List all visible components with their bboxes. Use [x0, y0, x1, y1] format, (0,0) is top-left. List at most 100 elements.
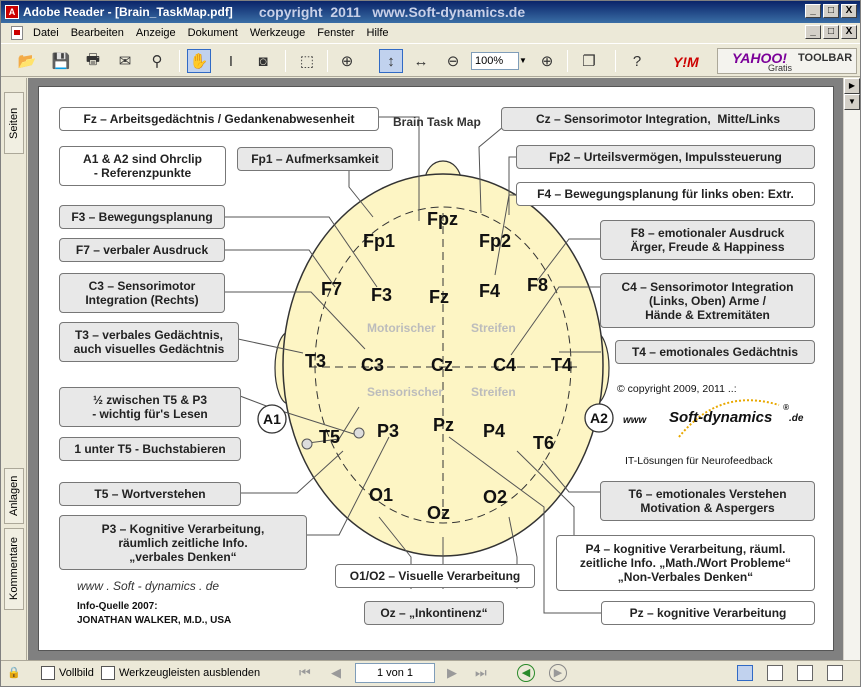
- pdf-document-icon[interactable]: [11, 25, 23, 40]
- facing-view-icon[interactable]: [797, 665, 813, 681]
- box-fp2: Fp2 – Urteilsvermögen, Impulssteuerung: [516, 145, 815, 169]
- help-icon[interactable]: ?: [625, 49, 649, 73]
- yahoo-toolbar-button[interactable]: YAHOO! TOOLBAR Gratis: [717, 48, 857, 74]
- yahoo-gratis-label: Gratis: [768, 63, 793, 73]
- box-pz: Pz – kognitive Verarbeitung: [601, 601, 815, 625]
- electrode-a2: A2: [590, 410, 608, 426]
- hand-tool-icon[interactable]: ✋: [187, 49, 211, 73]
- close-button[interactable]: X: [841, 4, 857, 18]
- lock-icon[interactable]: 🔒: [7, 666, 21, 679]
- fit-page-icon[interactable]: ↕: [379, 49, 403, 73]
- tab-kommentare[interactable]: Kommentare: [4, 528, 24, 610]
- continuous-facing-view-icon[interactable]: [827, 665, 843, 681]
- zoom-level-input[interactable]: 100%: [471, 52, 519, 70]
- menu-datei[interactable]: Datei: [27, 27, 65, 39]
- box-p4: P4 – kognitive Verarbeitung, räuml. zeit…: [556, 535, 815, 591]
- last-page-icon[interactable]: ⏭: [475, 665, 487, 681]
- electrode-t5: T5: [319, 427, 341, 447]
- electrode-t6: T6: [533, 433, 555, 453]
- box-f4: F4 – Bewegungsplanung für links oben: Ex…: [516, 182, 815, 206]
- tab-anlagen[interactable]: Anlagen: [4, 468, 24, 524]
- email-icon[interactable]: ✉: [113, 49, 137, 73]
- box-a1-a2: A1 & A2 sind Ohrclip - Referenzpunkte: [59, 146, 226, 186]
- document-area[interactable]: Brain Task Map Fpz Fp1 Fp2 F7 F3 Fz F4 F…: [28, 78, 843, 660]
- box-f8: F8 – emotionaler Ausdruck Ärger, Freude …: [600, 220, 815, 260]
- scroll-right-arrow-icon[interactable]: ▶: [844, 78, 860, 94]
- menu-anzeige[interactable]: Anzeige: [130, 27, 182, 39]
- electrode-f8: F8: [527, 275, 549, 295]
- menu-werkzeuge[interactable]: Werkzeuge: [244, 27, 311, 39]
- open-folder-icon[interactable]: 📂: [15, 49, 39, 73]
- maximize-button[interactable]: □: [823, 4, 839, 18]
- brand-name: Soft-dynamics: [669, 409, 773, 426]
- fullscreen-button[interactable]: Vollbild: [41, 666, 94, 680]
- hide-toolbars-label: Werkzeugleisten ausblenden: [119, 667, 261, 679]
- motor-strip-right: Streifen: [471, 321, 516, 335]
- menu-fenster[interactable]: Fenster: [311, 27, 360, 39]
- box-halfway-t5-p3: ½ zwischen T5 & P3 - wichtig für's Lesen: [59, 387, 241, 427]
- next-page-icon[interactable]: ▶: [447, 665, 457, 681]
- box-p3: P3 – Kognitive Verarbeitung, räumlich ze…: [59, 515, 307, 570]
- doc-minimize-button[interactable]: _: [805, 25, 821, 39]
- sensor-strip-left: Sensorischer: [367, 385, 444, 399]
- page-number-input[interactable]: 1 von 1: [355, 663, 435, 683]
- menu-hilfe[interactable]: Hilfe: [361, 27, 395, 39]
- save-icon[interactable]: 💾: [49, 49, 73, 73]
- continuous-view-icon[interactable]: [767, 665, 783, 681]
- tab-seiten[interactable]: Seiten: [4, 92, 24, 154]
- box-o1-o2: O1/O2 – Visuelle Verarbeitung: [335, 564, 535, 588]
- electrode-oz: Oz: [427, 503, 451, 523]
- electrode-pz: Pz: [433, 415, 455, 435]
- box-f3: F3 – Bewegungsplanung: [59, 205, 225, 229]
- minimize-button[interactable]: _: [805, 4, 821, 18]
- toolbar-icon: [101, 666, 115, 680]
- document-tools-icon[interactable]: ❐: [577, 49, 601, 73]
- source-label: Info-Quelle 2007:: [77, 601, 158, 612]
- snapshot-camera-icon[interactable]: ◙: [251, 49, 275, 73]
- electrode-c4: C4: [493, 355, 517, 375]
- box-f7: F7 – verbaler Ausdruck: [59, 238, 225, 262]
- menu-bar: Datei Bearbeiten Anzeige Dokument Werkze…: [1, 23, 860, 42]
- map-title: Brain Task Map: [393, 115, 481, 129]
- zoom-out-icon[interactable]: ⊖: [441, 49, 465, 73]
- back-icon[interactable]: ◀: [517, 664, 535, 682]
- hide-toolbars-button[interactable]: Werkzeugleisten ausblenden: [101, 666, 260, 680]
- electrode-p4: P4: [483, 421, 506, 441]
- pdf-page: Brain Task Map Fpz Fp1 Fp2 F7 F3 Fz F4 F…: [38, 86, 834, 651]
- doc-close-button[interactable]: X: [841, 25, 857, 39]
- zoom-in-icon[interactable]: ⊕: [535, 49, 559, 73]
- menu-bearbeiten[interactable]: Bearbeiten: [65, 27, 130, 39]
- vertical-scrollbar[interactable]: ▶ ▼: [843, 78, 860, 660]
- menu-dokument[interactable]: Dokument: [182, 27, 244, 39]
- select-text-icon[interactable]: I: [219, 49, 243, 73]
- box-oz: Oz – „Inkontinenz“: [364, 601, 504, 625]
- map-copyright: © copyright 2009, 2011 ..:: [617, 383, 737, 395]
- previous-page-icon[interactable]: ◀: [331, 665, 341, 681]
- electrode-o1: O1: [369, 485, 394, 505]
- search-binoculars-icon[interactable]: ⚲: [145, 49, 169, 73]
- electrode-t3: T3: [305, 351, 327, 371]
- box-t6: T6 – emotionales Verstehen Motivation & …: [600, 481, 815, 521]
- yahoo-messenger-button[interactable]: Y!M: [673, 54, 699, 70]
- fullscreen-label: Vollbild: [59, 667, 94, 679]
- navigation-panel: Seiten Anlagen Kommentare: [1, 78, 27, 660]
- fit-width-icon[interactable]: ↔: [409, 49, 433, 73]
- first-page-icon[interactable]: ⏮: [299, 665, 311, 681]
- marquee-zoom-icon[interactable]: ⬚: [295, 49, 319, 73]
- single-page-view-icon[interactable]: [737, 665, 753, 681]
- adobe-reader-icon: A: [5, 5, 19, 19]
- electrode-p3: P3: [377, 421, 400, 441]
- box-cz: Cz – Sensorimotor Integration, Mitte/Lin…: [501, 107, 815, 131]
- box-fz: Fz – Arbeitsgedächtnis / Gedankenabwesen…: [59, 107, 379, 131]
- title-copyright: copyright 2011 www.Soft-dynamics.de: [258, 4, 526, 20]
- doc-restore-button[interactable]: □: [823, 25, 839, 39]
- zoom-dropdown-icon[interactable]: ▼: [519, 52, 529, 70]
- motor-strip-left: Motorischer: [367, 321, 436, 335]
- print-icon[interactable]: 🖶: [81, 49, 105, 73]
- electrode-fp2: Fp2: [479, 231, 512, 251]
- zoom-in-tool-icon[interactable]: ⊕: [335, 49, 359, 73]
- scroll-down-arrow-icon[interactable]: ▼: [844, 94, 860, 110]
- footer-website: www . Soft - dynamics . de: [77, 579, 220, 593]
- forward-icon[interactable]: ▶: [549, 664, 567, 682]
- brand-registered: ®: [783, 403, 789, 412]
